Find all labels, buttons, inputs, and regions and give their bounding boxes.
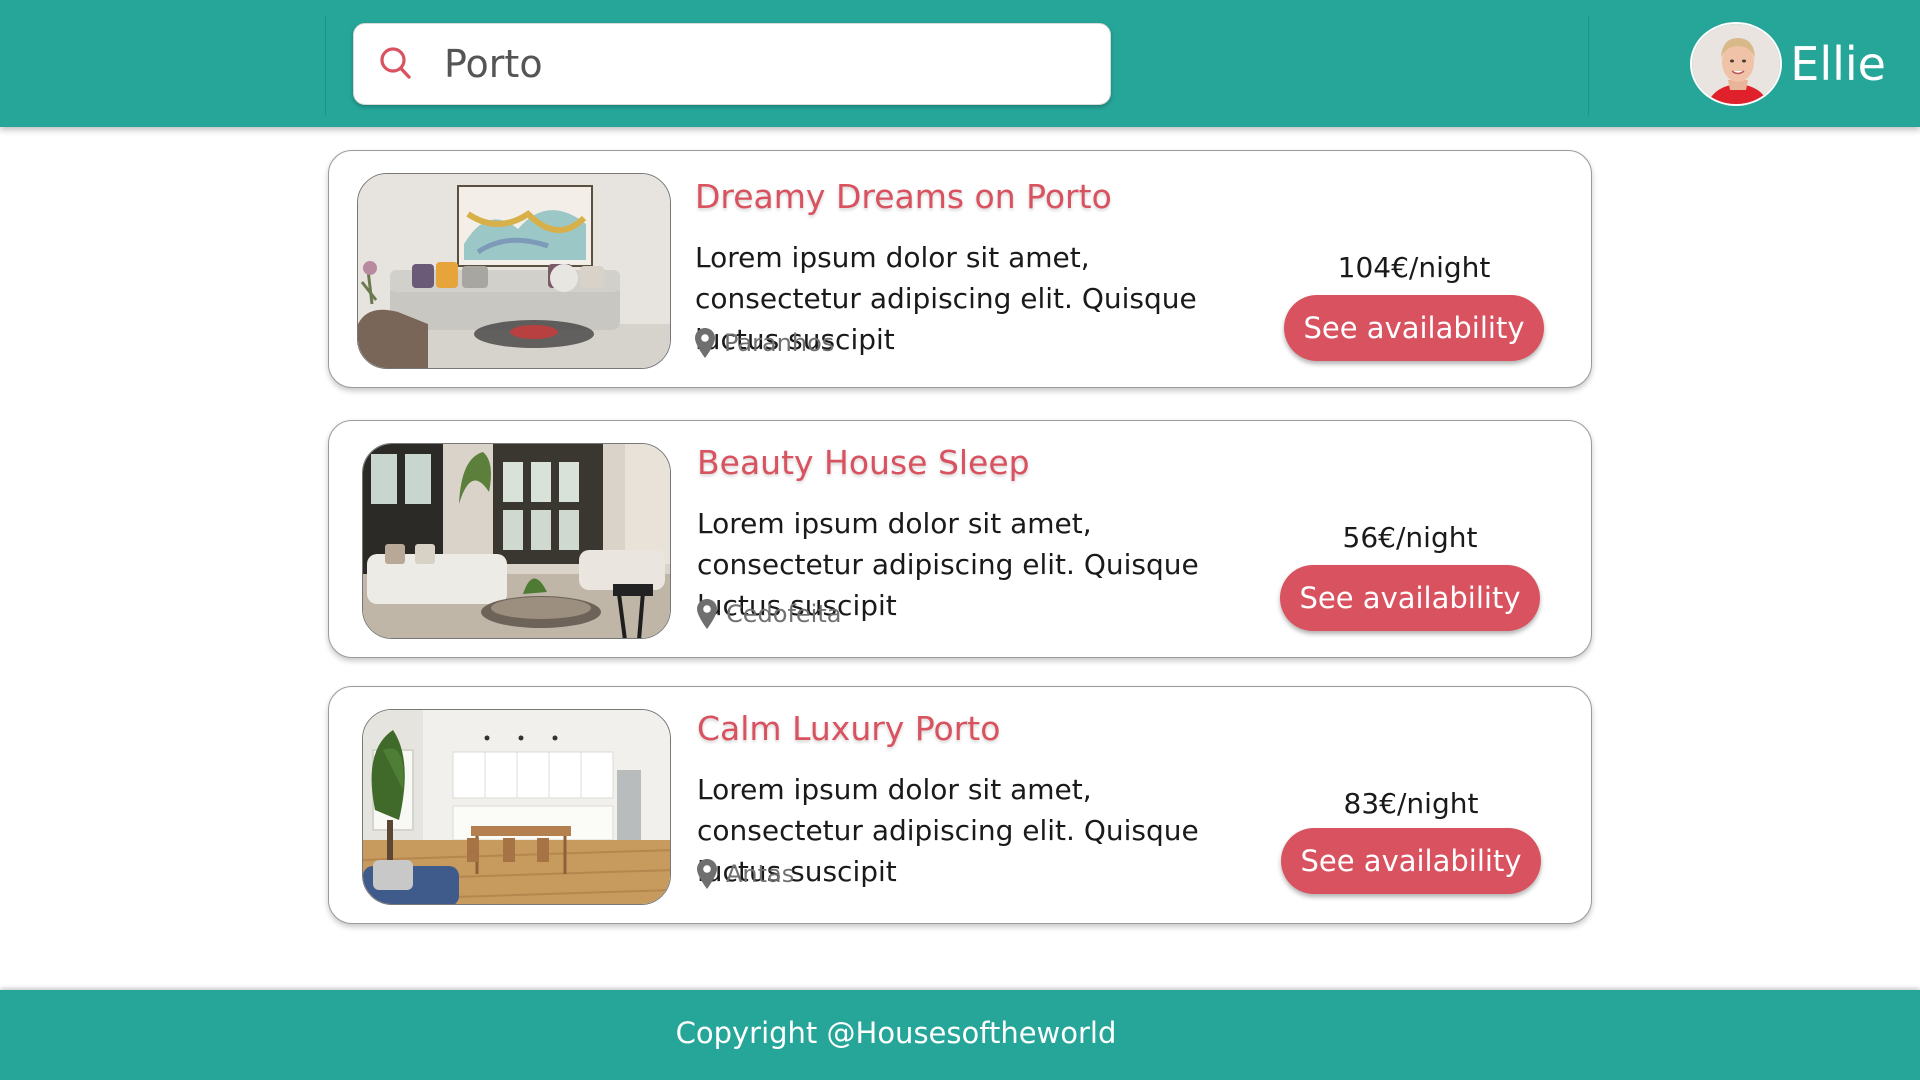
see-availability-button[interactable]: See availability (1284, 295, 1544, 361)
listing-location: Cedofeita (697, 599, 841, 629)
listing-price: 104€/night (1337, 251, 1491, 284)
search-bar[interactable] (353, 23, 1111, 105)
listing-photo[interactable] (362, 443, 671, 639)
location-pin-icon (697, 859, 717, 889)
listing-photo[interactable] (357, 173, 671, 369)
location-label: Antas (726, 860, 795, 888)
kitchen-dining-photo (363, 710, 670, 904)
page-footer: Copyright @Housesoftheworld (0, 990, 1920, 1080)
see-availability-button[interactable]: See availability (1280, 565, 1540, 631)
listing-title[interactable]: Beauty House Sleep (697, 443, 1030, 482)
listing-price: 83€/night (1343, 787, 1479, 820)
footer-copyright: Copyright @Housesoftheworld (675, 1016, 1117, 1050)
see-availability-button[interactable]: See availability (1281, 828, 1541, 894)
user-profile[interactable]: Ellie (1690, 22, 1886, 106)
listing-card: Beauty House Sleep Lorem ipsum dolor sit… (328, 420, 1592, 658)
listing-title[interactable]: Calm Luxury Porto (697, 709, 1000, 748)
header-divider-right (1588, 16, 1589, 116)
location-pin-icon (695, 328, 715, 358)
listing-card: Calm Luxury Porto Lorem ipsum dolor sit … (328, 686, 1592, 924)
listing-location: Paranhos (695, 328, 834, 358)
listing-location: Antas (697, 859, 794, 889)
listing-photo[interactable] (362, 709, 671, 905)
listing-price: 56€/night (1342, 521, 1478, 554)
header-divider-left (325, 16, 326, 116)
location-pin-icon (697, 599, 717, 629)
location-label: Cedofeita (726, 600, 842, 628)
living-room-photo (358, 174, 670, 368)
user-avatar[interactable] (1690, 22, 1783, 106)
top-header: Ellie (0, 0, 1920, 127)
listing-card: Dreamy Dreams on Porto Lorem ipsum dolor… (328, 150, 1592, 388)
search-input[interactable] (444, 36, 1084, 92)
listing-title[interactable]: Dreamy Dreams on Porto (695, 177, 1112, 216)
avatar-photo (1692, 24, 1781, 104)
user-name[interactable]: Ellie (1790, 37, 1886, 91)
living-room-photo (363, 444, 670, 638)
location-label: Paranhos (724, 329, 835, 357)
search-icon[interactable] (376, 44, 416, 84)
